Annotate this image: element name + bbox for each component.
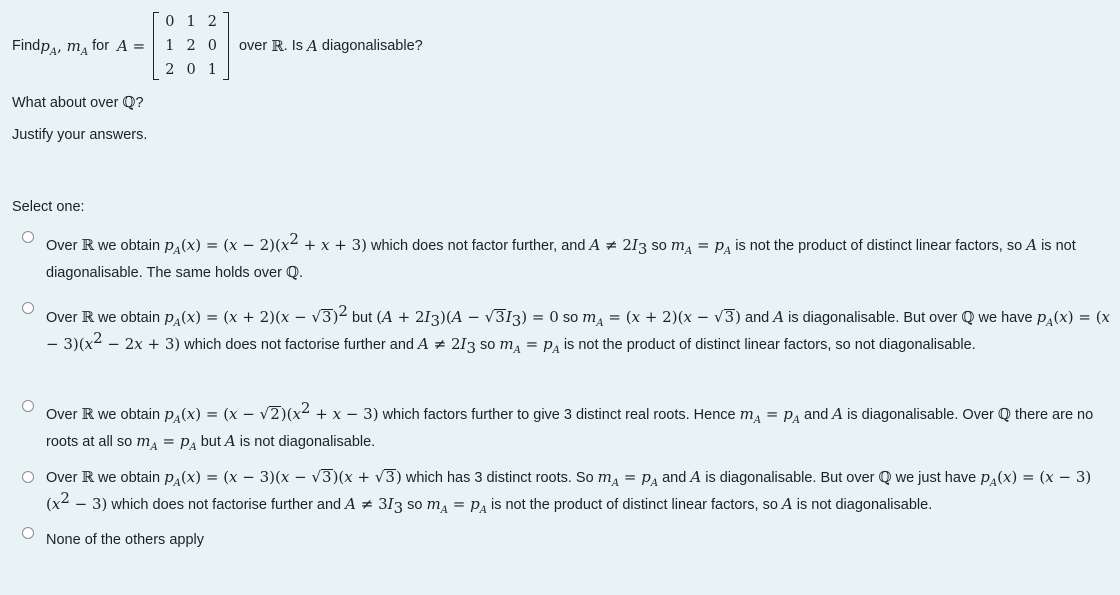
question-is: . Is [283,37,308,54]
matrix-cell: 1 [165,37,175,54]
matrix-cell: 0 [165,13,175,30]
matrix-row: 0 1 2 [159,10,223,34]
math-A-equals: A = [117,36,146,55]
matrix-cell: 2 [165,61,175,78]
question-rationals: What about over ℚ? [12,93,144,111]
question-for: for [88,37,114,54]
matrix-cell: 0 [207,37,217,54]
matrix-A: 0 1 2 1 2 0 2 0 1 [153,10,229,82]
math-A: A [307,36,318,55]
question-over: over [234,37,272,54]
radio-option-c[interactable] [22,400,34,412]
matrix-cell: 1 [207,61,217,78]
rationals-symbol: ℚ [122,93,136,111]
math-mA: mA [66,36,89,58]
matrix-cell: 0 [186,61,196,78]
matrix-cell: 1 [186,13,196,30]
math-pA: pA [40,36,58,58]
matrix-row: 1 2 0 [159,34,223,58]
reals-symbol: ℝ [271,36,284,55]
select-one-label: Select one: [12,199,85,215]
option-c-text: Over ℝ we obtain pA(x) = (x − √2)(x2 + x… [46,399,1094,453]
matrix-cell: 2 [207,13,217,30]
option-e-text: None of the others apply [46,532,204,548]
radio-option-e[interactable] [22,527,34,539]
option-a-text: Over ℝ we obtain pA(x) = (x − 2)(x2 + x … [46,230,1080,281]
matrix-row: 2 0 1 [159,58,223,82]
matrix-cell: 2 [186,37,196,54]
radio-option-a[interactable] [22,231,34,243]
radio-option-d[interactable] [22,471,34,483]
option-b-text: Over ℝ we obtain pA(x) = (x + 2)(x − √3)… [46,302,1111,357]
option-d-text: Over ℝ we obtain pA(x) = (x − 3)(x − √3)… [46,468,1092,517]
question-prefix: Find [12,37,41,54]
question-justify: Justify your answers. [12,127,148,143]
radio-option-b[interactable] [22,302,34,314]
question-text: Find pA, mA for A = 0 1 2 1 2 0 2 0 1 ov… [12,8,423,83]
question-diag: diagonalisable? [317,37,423,54]
